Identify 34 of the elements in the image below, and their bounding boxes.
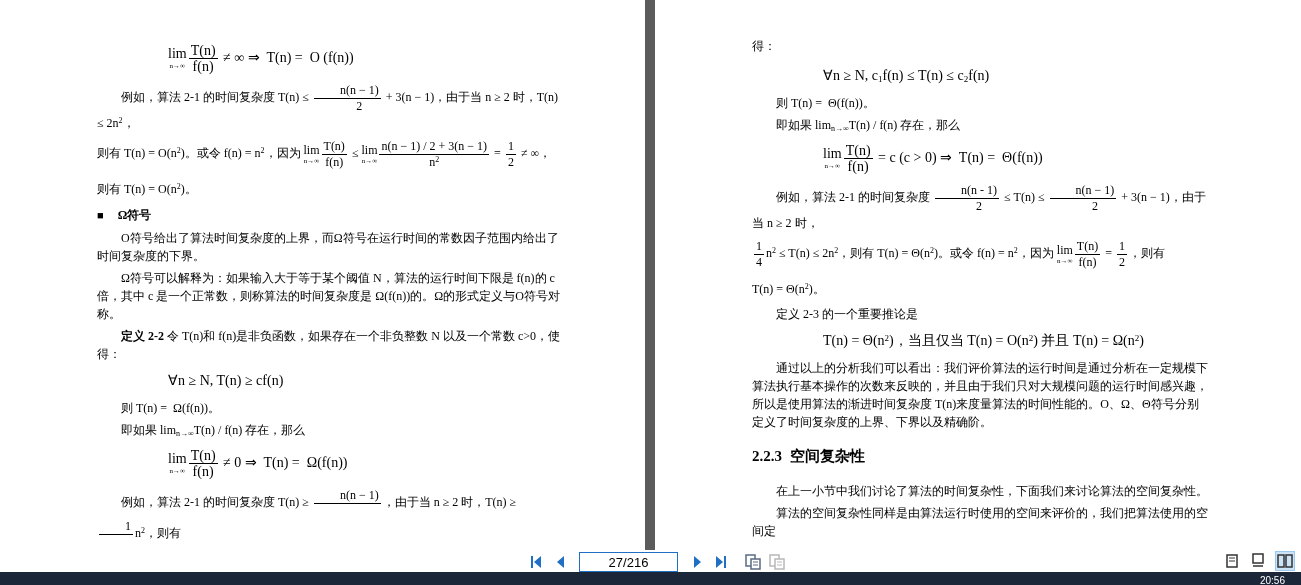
skip-forward-icon [715, 555, 727, 569]
continuous-view-button[interactable] [1249, 552, 1267, 570]
formula: ∀n ≥ N, c$_{1}$f(n) ≤ T(n) ≤ c$_{2}$f(n) [823, 67, 991, 85]
text-line: 则有 T(n) = O(n$^{2}$)。 [97, 181, 198, 198]
page-number-field[interactable]: 27/216 [579, 552, 678, 572]
paragraph: 即如果 lim$_{n→∞}$T(n) / f(n) 存在，那么 [120, 422, 307, 439]
text-line: 得： [752, 38, 777, 55]
single-page-view-button[interactable] [1223, 552, 1241, 570]
paragraph: 定义 2-2 令 T(n)和 f(n)是非负函数，如果存在一个非负整数 N 以及一个常数 c>0，使得： [97, 328, 562, 363]
paragraph: 即如果 lim$_{n→∞}$T(n) / f(n) 存在，那么 [775, 117, 962, 134]
triangle-left-icon [555, 555, 565, 569]
page-tool-button[interactable] [744, 553, 762, 571]
skip-back-icon [530, 555, 542, 569]
page-layout-icon [1277, 553, 1293, 569]
paragraph: 通过以上的分析我们可以看出：我们评价算法的运行时间是通过分析在一定规模下算法执行基本操作的次数来反映的，并且由于我们只对大规模问题的运行时间感兴趣，所以是使用算法的渐进时间复杂度 T(n)来度量算法的时间性能的。Ο、Ω、Θ符号分别定义了时间复杂度的上界、下界以及精确阶。 [752, 360, 1209, 431]
text-line: T(n) = Θ(n$^{2}$)。 [752, 281, 826, 298]
paragraph: 定义 2-3 的一个重要推论是 [775, 306, 919, 323]
formula: ∀n ≥ N, T(n) ≥ cf(n) [168, 372, 285, 390]
paragraph: 则 T(n) = Θ(f(n))。 [775, 95, 876, 112]
section-heading: 2.2.3 空间复杂性 [752, 447, 866, 466]
formula: T(n) = Θ(n$^{2}$)，当且仅当 T(n) = O(n$^{2}$) 并且 T(n) = Ω(n$^{2}$) [823, 332, 1145, 350]
triangle-right-icon [692, 555, 702, 569]
paragraph: Ω符号可以解释为：如果输入大于等于某个阈值 N，算法的运行时间下限是 f(n)的 c 倍，其中 c 是一个正常数，则称算法的时间复杂度是 Ω(f(n))的。Ω的形式定义与Ο符号对称。 [97, 270, 561, 323]
page-layout-icon [1250, 553, 1266, 569]
bullet-mark: ■ [97, 207, 104, 223]
page-layout-icon [1224, 553, 1240, 569]
clock: 20:56 [1259, 576, 1285, 585]
paragraph: 则 T(n) = Ω(f(n))。 [120, 400, 221, 417]
paragraph: 在上一小节中我们讨论了算法的时间复杂性，下面我们来讨论算法的空间复杂性。 [775, 482, 1209, 500]
paragraph: 例如，算法 2-1 的时间复杂度 T(n) ≥ n(n − 1) ，由于当 n ≥ 2 时，T(n) ≥ 1 n$^{2}$，则有 [97, 488, 565, 550]
two-page-view-button[interactable] [1275, 551, 1295, 571]
paragraph: 算法的空间复杂性同样是由算法运行时使用的空间来评价的，我们把算法使用的空间定 [752, 504, 1209, 540]
paragraph: Ο符号给出了算法时间复杂度的上界，而Ω符号在运行时间的常数因子范围内给出了时间复杂度的下界。 [97, 230, 560, 265]
heading: Ω符号 [117, 207, 152, 224]
